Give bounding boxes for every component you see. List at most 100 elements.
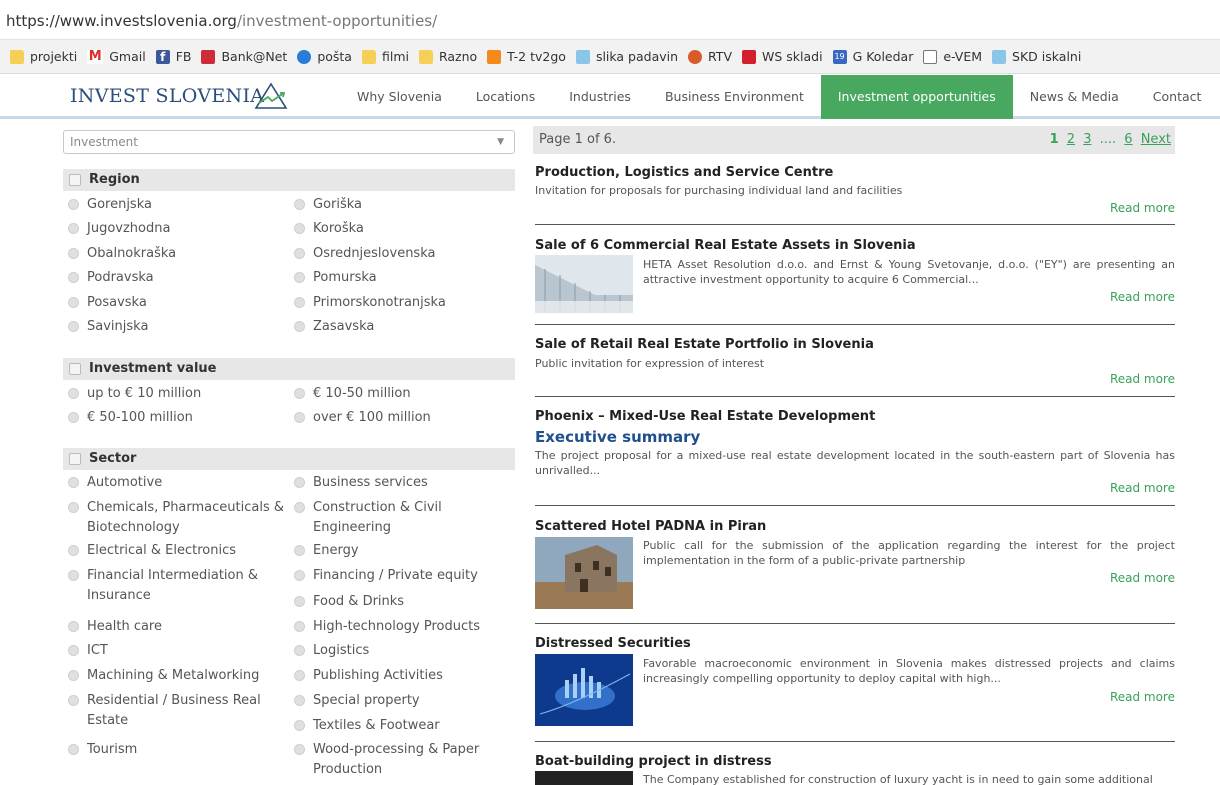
filter-option[interactable]: Financial Intermediation & Insurance bbox=[64, 566, 258, 606]
nav-contact[interactable]: Contact bbox=[1136, 75, 1219, 119]
radio-icon bbox=[68, 248, 79, 259]
filter-option[interactable]: Energy bbox=[290, 541, 359, 561]
nav-investment-opportunities[interactable]: Investment opportunities bbox=[820, 75, 1013, 119]
nav-news-media[interactable]: News & Media bbox=[1013, 75, 1136, 119]
filter-option[interactable]: Automotive bbox=[64, 473, 162, 493]
page-label: Page 1 of 6. bbox=[539, 132, 617, 147]
hotel-thumbnail[interactable] bbox=[535, 537, 633, 609]
page-link-2[interactable]: 2 bbox=[1067, 132, 1075, 147]
filter-option[interactable]: Chemicals, Pharmaceuticals & Biotechnolo… bbox=[64, 498, 284, 538]
nav-locations[interactable]: Locations bbox=[459, 75, 552, 119]
radio-icon bbox=[68, 388, 79, 399]
page-link-1[interactable]: 1 bbox=[1050, 132, 1059, 147]
filter-option[interactable]: Tourism bbox=[64, 740, 137, 760]
bookmark-skd[interactable]: SKD iskalni bbox=[992, 49, 1081, 64]
folder-icon bbox=[418, 49, 433, 64]
filter-option[interactable]: Posavska bbox=[64, 293, 147, 313]
bookmark-bank[interactable]: Bank@Net bbox=[201, 49, 287, 64]
page-link-6[interactable]: 6 bbox=[1124, 132, 1132, 147]
nav-why-slovenia[interactable]: Why Slovenia bbox=[340, 75, 459, 119]
filter-option[interactable]: Publishing Activities bbox=[290, 666, 443, 686]
item-title[interactable]: Sale of 6 Commercial Real Estate Assets … bbox=[535, 238, 916, 253]
bookmark-ws[interactable]: WS skladi bbox=[742, 49, 823, 64]
securities-thumbnail[interactable] bbox=[535, 654, 633, 726]
read-more-link[interactable]: Read more bbox=[1110, 481, 1175, 495]
filter-option[interactable]: Obalnokraška bbox=[64, 244, 176, 264]
filter-option[interactable]: High-technology Products bbox=[290, 617, 480, 637]
url-path: /investment-opportunities/ bbox=[236, 12, 438, 30]
read-more-link[interactable]: Read more bbox=[1110, 690, 1175, 704]
filter-option[interactable]: Pomurska bbox=[290, 268, 377, 288]
item-title[interactable]: Production, Logistics and Service Centre bbox=[535, 165, 833, 180]
filter-option[interactable]: ICT bbox=[64, 641, 108, 661]
site-logo[interactable]: INVEST SLOVENIA bbox=[70, 85, 264, 107]
filter-option[interactable]: Goriška bbox=[290, 195, 362, 215]
filter-option[interactable]: Business services bbox=[290, 473, 428, 493]
filter-option[interactable]: Health care bbox=[64, 617, 162, 637]
filter-option[interactable]: Zasavska bbox=[290, 317, 374, 337]
filter-option[interactable]: Osrednjeslovenska bbox=[290, 244, 435, 264]
bookmark-gmail[interactable]: M Gmail bbox=[87, 48, 146, 64]
page-link-3[interactable]: 3 bbox=[1083, 132, 1091, 147]
bookmark-razno[interactable]: Razno bbox=[418, 49, 477, 64]
filter-option[interactable]: Residential / Business Real Estate bbox=[64, 691, 261, 731]
item-title[interactable]: Boat-building project in distress bbox=[535, 754, 772, 769]
gmail-icon: M bbox=[87, 48, 104, 64]
read-more-link[interactable]: Read more bbox=[1110, 571, 1175, 585]
filter-option[interactable]: Jugovzhodna bbox=[64, 219, 170, 239]
read-more-link[interactable]: Read more bbox=[1110, 290, 1175, 304]
filter-option[interactable]: Primorskonotranjska bbox=[290, 293, 446, 313]
filter-option[interactable]: Special property bbox=[290, 691, 420, 711]
sector-header[interactable]: Sector bbox=[63, 448, 515, 470]
investment-value-header[interactable]: Investment value bbox=[63, 358, 515, 380]
filter-option[interactable]: up to € 10 million bbox=[64, 384, 201, 404]
filter-option-label: Tourism bbox=[87, 742, 138, 757]
bookmark-fb[interactable]: f FB bbox=[155, 49, 191, 64]
bookmark-evem[interactable]: e-VEM bbox=[923, 49, 982, 64]
filter-option[interactable]: Wood-processing & Paper Production bbox=[290, 740, 479, 780]
building-thumbnail[interactable] bbox=[535, 255, 633, 313]
filter-option[interactable]: Logistics bbox=[290, 641, 369, 661]
nav-industries[interactable]: Industries bbox=[552, 75, 648, 119]
page-next[interactable]: Next bbox=[1141, 132, 1171, 147]
address-bar[interactable]: https://www.investslovenia.org/investmen… bbox=[0, 0, 1220, 40]
nav-business-environment[interactable]: Business Environment bbox=[648, 75, 821, 119]
item-title[interactable]: Scattered Hotel PADNA in Piran bbox=[535, 519, 766, 534]
bookmark-projekti[interactable]: projekti bbox=[10, 49, 77, 64]
bookmark-rtv[interactable]: RTV bbox=[688, 49, 732, 64]
filter-option[interactable]: over € 100 million bbox=[290, 408, 431, 428]
filter-option[interactable]: Food & Drinks bbox=[290, 592, 404, 612]
filter-option[interactable]: Savinjska bbox=[64, 317, 148, 337]
filter-option[interactable]: Machining & Metalworking bbox=[64, 666, 259, 686]
filter-option[interactable]: Koroška bbox=[290, 219, 364, 239]
filter-option[interactable]: € 50-100 million bbox=[64, 408, 193, 428]
filter-option-label: Financing / Private equity bbox=[313, 568, 478, 583]
bookmark-koledar[interactable]: 19 G Koledar bbox=[832, 49, 913, 64]
filter-option[interactable]: Podravska bbox=[64, 268, 154, 288]
boat-thumbnail[interactable] bbox=[535, 771, 633, 785]
filter-option[interactable]: € 10-50 million bbox=[290, 384, 411, 404]
filter-option-label: Jugovzhodna bbox=[87, 221, 171, 236]
bookmark-filmi[interactable]: filmi bbox=[361, 49, 409, 64]
region-header[interactable]: Region bbox=[63, 169, 515, 191]
item-title[interactable]: Phoenix – Mixed-Use Real Estate Developm… bbox=[535, 409, 875, 424]
filter-option-label: Health care bbox=[87, 619, 162, 634]
url-text[interactable]: https://www.investslovenia.org/investmen… bbox=[6, 12, 437, 30]
filter-option[interactable]: Gorenjska bbox=[64, 195, 152, 215]
calendar-icon: 19 bbox=[832, 49, 847, 64]
bookmark-t2[interactable]: T-2 tv2go bbox=[487, 49, 566, 64]
filter-option[interactable]: Textiles & Footwear bbox=[290, 716, 440, 736]
filter-option[interactable]: Financing / Private equity bbox=[290, 566, 478, 586]
bookmark-padavin[interactable]: slika padavin bbox=[575, 49, 678, 64]
filter-option[interactable]: Construction & Civil Engineering bbox=[290, 498, 442, 538]
pagination-bar: Page 1 of 6. 1 2 3 .... 6 Next bbox=[533, 126, 1175, 154]
item-title[interactable]: Sale of Retail Real Estate Portfolio in … bbox=[535, 337, 874, 352]
investment-value-title: Investment value bbox=[89, 361, 217, 376]
bookmark-posta[interactable]: pošta bbox=[297, 49, 352, 64]
filter-option-label: Textiles & Footwear bbox=[313, 718, 440, 733]
category-select[interactable]: Investment ▼ bbox=[63, 130, 515, 154]
filter-option[interactable]: Electrical & Electronics bbox=[64, 541, 236, 561]
read-more-link[interactable]: Read more bbox=[1110, 372, 1175, 386]
item-title[interactable]: Distressed Securities bbox=[535, 636, 691, 651]
read-more-link[interactable]: Read more bbox=[1110, 201, 1175, 215]
